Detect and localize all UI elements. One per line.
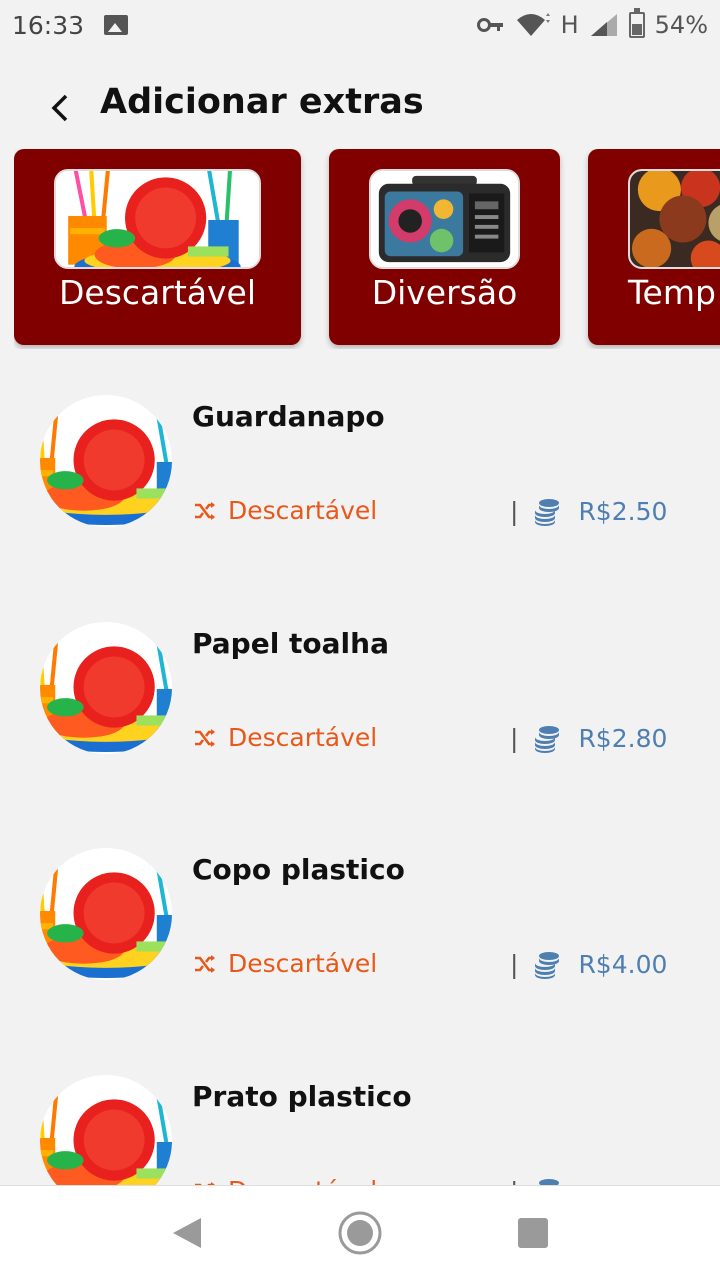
list-item[interactable]: Prato plastico Descartável | — [0, 1050, 720, 1185]
item-price: | R$4.00 — [510, 949, 667, 979]
back-button[interactable] — [40, 88, 80, 128]
list-item[interactable]: Copo plastico Descartável | R$4.00 — [0, 823, 720, 1023]
item-category-label: Descartável — [228, 496, 378, 525]
list-item[interactable]: Guardanapo Descartável | R$2.50 — [0, 370, 720, 570]
item-thumbnail — [40, 395, 172, 527]
item-category: Descartável — [192, 949, 377, 978]
square-recents-icon — [518, 1218, 549, 1248]
app-header: Adicionar extras — [0, 78, 720, 134]
chevron-left-icon — [51, 94, 68, 122]
category-image — [628, 169, 720, 269]
category-card-diversao[interactable]: Diversão — [329, 149, 560, 345]
shuffle-icon — [192, 499, 218, 523]
status-bar: 16:33 H 54% — [0, 0, 720, 50]
price-separator: | — [510, 723, 519, 753]
nav-home-button[interactable] — [330, 1203, 390, 1263]
battery-icon — [628, 8, 645, 38]
item-category: Descartável — [192, 1176, 377, 1185]
item-category-label: Descartável — [228, 1176, 377, 1185]
category-label: Diversão — [371, 273, 518, 312]
coins-icon — [530, 949, 562, 979]
coins-icon — [530, 723, 562, 753]
system-nav-bar — [0, 1185, 720, 1280]
category-image — [54, 169, 261, 269]
item-name: Copo plastico — [192, 853, 405, 886]
item-category-label: Descartável — [228, 723, 378, 752]
item-thumbnail — [40, 1075, 172, 1185]
vpn-key-icon — [476, 18, 503, 32]
battery-level: 54% — [654, 11, 708, 39]
price-separator: | — [510, 949, 519, 979]
shuffle-icon — [192, 726, 218, 750]
item-price: | — [510, 1176, 578, 1185]
wifi-icon — [516, 13, 550, 36]
status-icons: H 54% — [476, 8, 708, 39]
item-price-value: R$2.50 — [578, 496, 668, 526]
item-name: Prato plastico — [192, 1080, 412, 1113]
item-name: Papel toalha — [192, 627, 389, 660]
network-type: H — [560, 11, 579, 39]
image-notification-icon — [104, 15, 129, 35]
item-price-value: R$4.00 — [578, 949, 668, 979]
category-label: Descartável — [58, 273, 256, 312]
price-separator: | — [510, 1177, 518, 1186]
coins-icon — [530, 1176, 562, 1185]
item-thumbnail — [40, 848, 172, 980]
category-image — [369, 169, 520, 269]
signal-icon — [590, 14, 617, 36]
nav-recents-button[interactable] — [503, 1203, 563, 1263]
page-title: Adicionar extras — [100, 82, 424, 122]
item-category: Descartável — [192, 723, 377, 752]
circle-home-icon — [338, 1211, 382, 1255]
item-category: Descartável — [192, 496, 377, 525]
item-thumbnail — [40, 622, 172, 754]
extras-list[interactable]: Guardanapo Descartável | R$2.50 Papel to… — [0, 370, 720, 1185]
item-category-label: Descartável — [228, 949, 378, 978]
item-price: | R$2.80 — [510, 723, 667, 753]
nav-back-button[interactable] — [157, 1203, 217, 1263]
triangle-back-icon — [172, 1218, 201, 1248]
category-card-descartavel[interactable]: Descartável — [14, 149, 301, 345]
category-label: Temp — [628, 273, 716, 312]
shuffle-icon — [192, 952, 218, 976]
item-price-value: R$2.80 — [578, 723, 668, 753]
category-carousel[interactable]: Descartável Diversão Temp — [14, 149, 720, 349]
category-card-temperos[interactable]: Temp — [588, 149, 720, 345]
item-price: | R$2.50 — [510, 496, 667, 526]
coins-icon — [530, 496, 562, 526]
price-separator: | — [510, 496, 519, 526]
item-name: Guardanapo — [192, 400, 385, 433]
list-item[interactable]: Papel toalha Descartável | R$2.80 — [0, 597, 720, 797]
status-time: 16:33 — [12, 10, 85, 40]
